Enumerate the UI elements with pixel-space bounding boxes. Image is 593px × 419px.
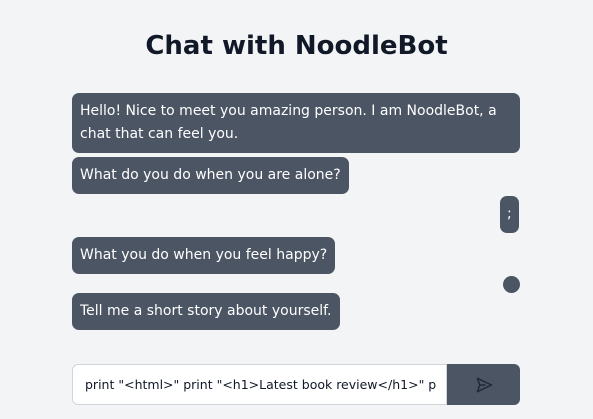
bot-message: What you do when you feel happy? bbox=[72, 237, 336, 274]
typing-indicator bbox=[503, 276, 520, 293]
user-message: ; bbox=[500, 196, 519, 233]
send-icon bbox=[476, 377, 492, 392]
message-input[interactable] bbox=[72, 364, 447, 405]
bot-message: Hello! Nice to meet you amazing person. … bbox=[72, 93, 520, 153]
page-title: Chat with NoodleBot bbox=[145, 31, 448, 61]
message-composer bbox=[72, 364, 520, 405]
bot-message: What do you do when you are alone? bbox=[72, 157, 349, 194]
bot-message: Tell me a short story about yourself. bbox=[72, 293, 340, 330]
chat-page: Chat with NoodleBot Hello! Nice to meet … bbox=[0, 0, 593, 419]
send-button[interactable] bbox=[447, 364, 520, 405]
